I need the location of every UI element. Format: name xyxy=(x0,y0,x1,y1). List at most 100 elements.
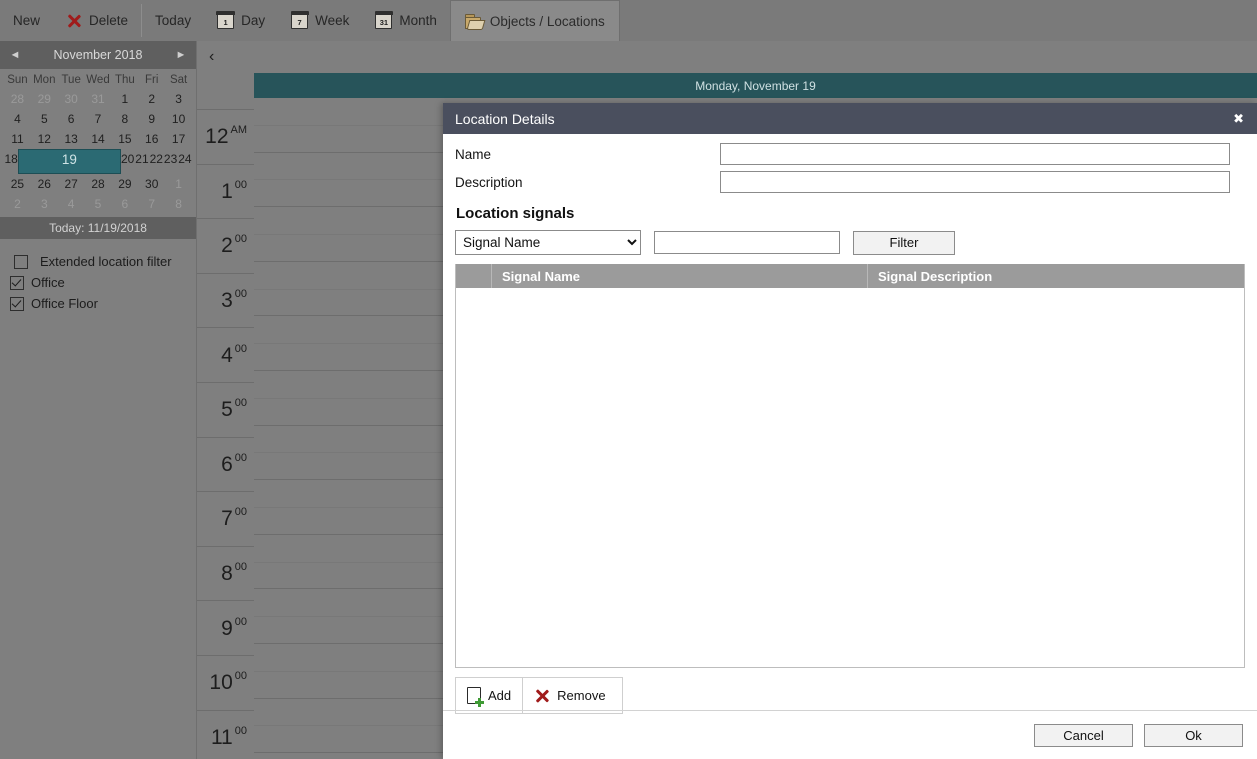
mini-calendar-day[interactable]: 12 xyxy=(31,129,58,149)
delete-button[interactable]: Delete xyxy=(53,0,141,41)
remove-signal-button[interactable]: Remove xyxy=(523,678,616,713)
column-header-signal-name[interactable]: Signal Name xyxy=(492,264,868,288)
mini-calendar-day[interactable]: 9 xyxy=(138,109,165,129)
mini-calendar-day[interactable]: 6 xyxy=(58,109,85,129)
mini-calendar-day[interactable]: 30 xyxy=(138,174,165,194)
close-icon[interactable]: ✖ xyxy=(1233,112,1244,125)
dow-fri: Fri xyxy=(145,74,159,86)
location-signals-heading: Location signals xyxy=(456,205,575,222)
description-input[interactable] xyxy=(720,171,1230,193)
column-header-signal-description[interactable]: Signal Description xyxy=(868,264,1244,288)
mini-calendar-day[interactable]: 2 xyxy=(4,194,31,214)
mini-calendar-day[interactable]: 4 xyxy=(4,109,31,129)
hour-suffix: AM xyxy=(230,124,248,137)
signals-table-body[interactable] xyxy=(456,288,1244,667)
mini-calendar-day[interactable]: 8 xyxy=(165,194,192,214)
mini-calendar-day[interactable]: 5 xyxy=(31,109,58,129)
mini-calendar-day[interactable]: 26 xyxy=(31,174,58,194)
dow-mon: Mon xyxy=(33,74,56,86)
mini-calendar-day[interactable]: 29 xyxy=(111,174,138,194)
time-slot-label: 10 00 xyxy=(197,656,254,711)
new-button[interactable]: New xyxy=(0,0,74,74)
hour-number: 5 xyxy=(221,398,233,422)
ok-button[interactable]: Ok xyxy=(1144,723,1243,747)
hour-number: 2 xyxy=(221,234,233,258)
mini-calendar-day[interactable]: 15 xyxy=(111,129,138,149)
mini-calendar-day[interactable]: 29 xyxy=(31,89,58,109)
mini-calendar-day[interactable]: 4 xyxy=(58,194,85,214)
mini-calendar-day[interactable]: 25 xyxy=(4,174,31,194)
hour-suffix: 00 xyxy=(234,233,247,246)
mini-calendar-day[interactable]: 2 xyxy=(138,89,165,109)
mini-calendar-day[interactable]: 21 xyxy=(135,149,149,169)
today-label[interactable]: Today: 11/19/2018 xyxy=(0,217,196,239)
mini-calendar-day[interactable]: 10 xyxy=(165,109,192,129)
mini-calendar-day[interactable]: 23 xyxy=(163,149,177,169)
mini-calendar-day[interactable]: 24 xyxy=(178,149,192,169)
delete-button-label: Delete xyxy=(89,13,129,28)
mini-calendar-day[interactable]: 7 xyxy=(138,194,165,214)
signal-filter-input[interactable] xyxy=(654,231,840,254)
mini-calendar-day[interactable]: 11 xyxy=(4,129,31,149)
checkbox-icon[interactable] xyxy=(14,254,28,269)
mini-calendar-day[interactable]: 27 xyxy=(58,174,85,194)
mini-calendar-day[interactable]: 22 xyxy=(149,149,163,169)
mini-calendar-week: 4 5 6 7 8 9 10 xyxy=(4,109,192,129)
mini-calendar-day[interactable]: 1 xyxy=(111,89,138,109)
week-view-button[interactable]: 7 Week xyxy=(278,0,362,41)
mini-calendar-day[interactable]: 3 xyxy=(165,89,192,109)
tab-objects-locations[interactable]: Objects / Locations xyxy=(449,0,620,41)
time-slot-label: 8 00 xyxy=(197,547,254,602)
time-slot-label: 11 00 xyxy=(197,711,254,759)
mini-calendar-day[interactable]: 13 xyxy=(58,129,85,149)
mini-calendar-header: ◄ November 2018 ► xyxy=(0,41,196,69)
mini-calendar-grid[interactable]: Sun Mon Tue Wed Thu Fri Sat 28 29 30 31 1 2 3 4 5 6 7 8 9 10… xyxy=(0,69,196,214)
checkbox-icon[interactable] xyxy=(10,275,24,290)
filter-item-2[interactable]: Office Floor xyxy=(0,293,196,314)
today-button[interactable]: Today xyxy=(142,0,204,41)
hour-number: 8 xyxy=(221,562,233,586)
cancel-button[interactable]: Cancel xyxy=(1034,723,1133,747)
mini-calendar-day[interactable]: 5 xyxy=(85,194,112,214)
filter-item-1[interactable]: Office xyxy=(0,272,196,293)
month-view-button[interactable]: 31 Month xyxy=(362,0,450,41)
details-form: Name Description xyxy=(443,134,1257,193)
name-input[interactable] xyxy=(720,143,1230,165)
mini-calendar-day[interactable]: 17 xyxy=(165,129,192,149)
mini-calendar-day[interactable]: 6 xyxy=(111,194,138,214)
app-window: New Delete Today 1 Day 7 Week 31 Month O… xyxy=(0,0,1257,759)
add-signal-button[interactable]: Add xyxy=(456,678,522,713)
signal-filter-bar: Signal Name Filter xyxy=(443,230,1257,255)
mini-calendar-day[interactable]: 18 xyxy=(4,149,18,169)
mini-calendar-day[interactable]: 1 xyxy=(165,174,192,194)
mini-calendar-day[interactable]: 31 xyxy=(85,89,112,109)
hour-suffix: 00 xyxy=(234,561,247,574)
mini-calendar-day[interactable]: 7 xyxy=(85,109,112,129)
mini-calendar-week: 25 26 27 28 29 30 1 xyxy=(4,174,192,194)
signal-field-select[interactable]: Signal Name xyxy=(455,230,641,255)
mini-calendar-day[interactable]: 8 xyxy=(111,109,138,129)
checkbox-icon[interactable] xyxy=(10,296,24,311)
back-chevron-icon[interactable]: ‹ xyxy=(209,49,214,65)
time-slot-label: 4 00 xyxy=(197,328,254,383)
day-view-button[interactable]: 1 Day xyxy=(204,0,278,41)
column-header-select[interactable] xyxy=(456,264,492,288)
mini-calendar-day[interactable]: 28 xyxy=(4,89,31,109)
prev-month-arrow-icon[interactable]: ◄ xyxy=(8,49,22,61)
delete-x-icon xyxy=(66,13,82,29)
dow-sun: Sun xyxy=(7,74,28,86)
month-view-label: Month xyxy=(399,13,437,28)
mini-calendar-day[interactable]: 14 xyxy=(85,129,112,149)
mini-calendar-day[interactable]: 19 xyxy=(18,149,121,174)
filter-item-0[interactable]: Extended location filter xyxy=(0,251,196,272)
filter-button[interactable]: Filter xyxy=(853,230,955,255)
add-signal-label: Add xyxy=(488,688,512,703)
dow-thu: Thu xyxy=(114,74,135,86)
mini-calendar-day[interactable]: 16 xyxy=(138,129,165,149)
mini-calendar-day[interactable]: 3 xyxy=(31,194,58,214)
mini-calendar-day[interactable]: 28 xyxy=(85,174,112,194)
hour-suffix: 00 xyxy=(234,670,247,683)
mini-calendar-day[interactable]: 30 xyxy=(58,89,85,109)
next-month-arrow-icon[interactable]: ► xyxy=(174,49,188,61)
mini-calendar-day[interactable]: 20 xyxy=(121,149,135,169)
